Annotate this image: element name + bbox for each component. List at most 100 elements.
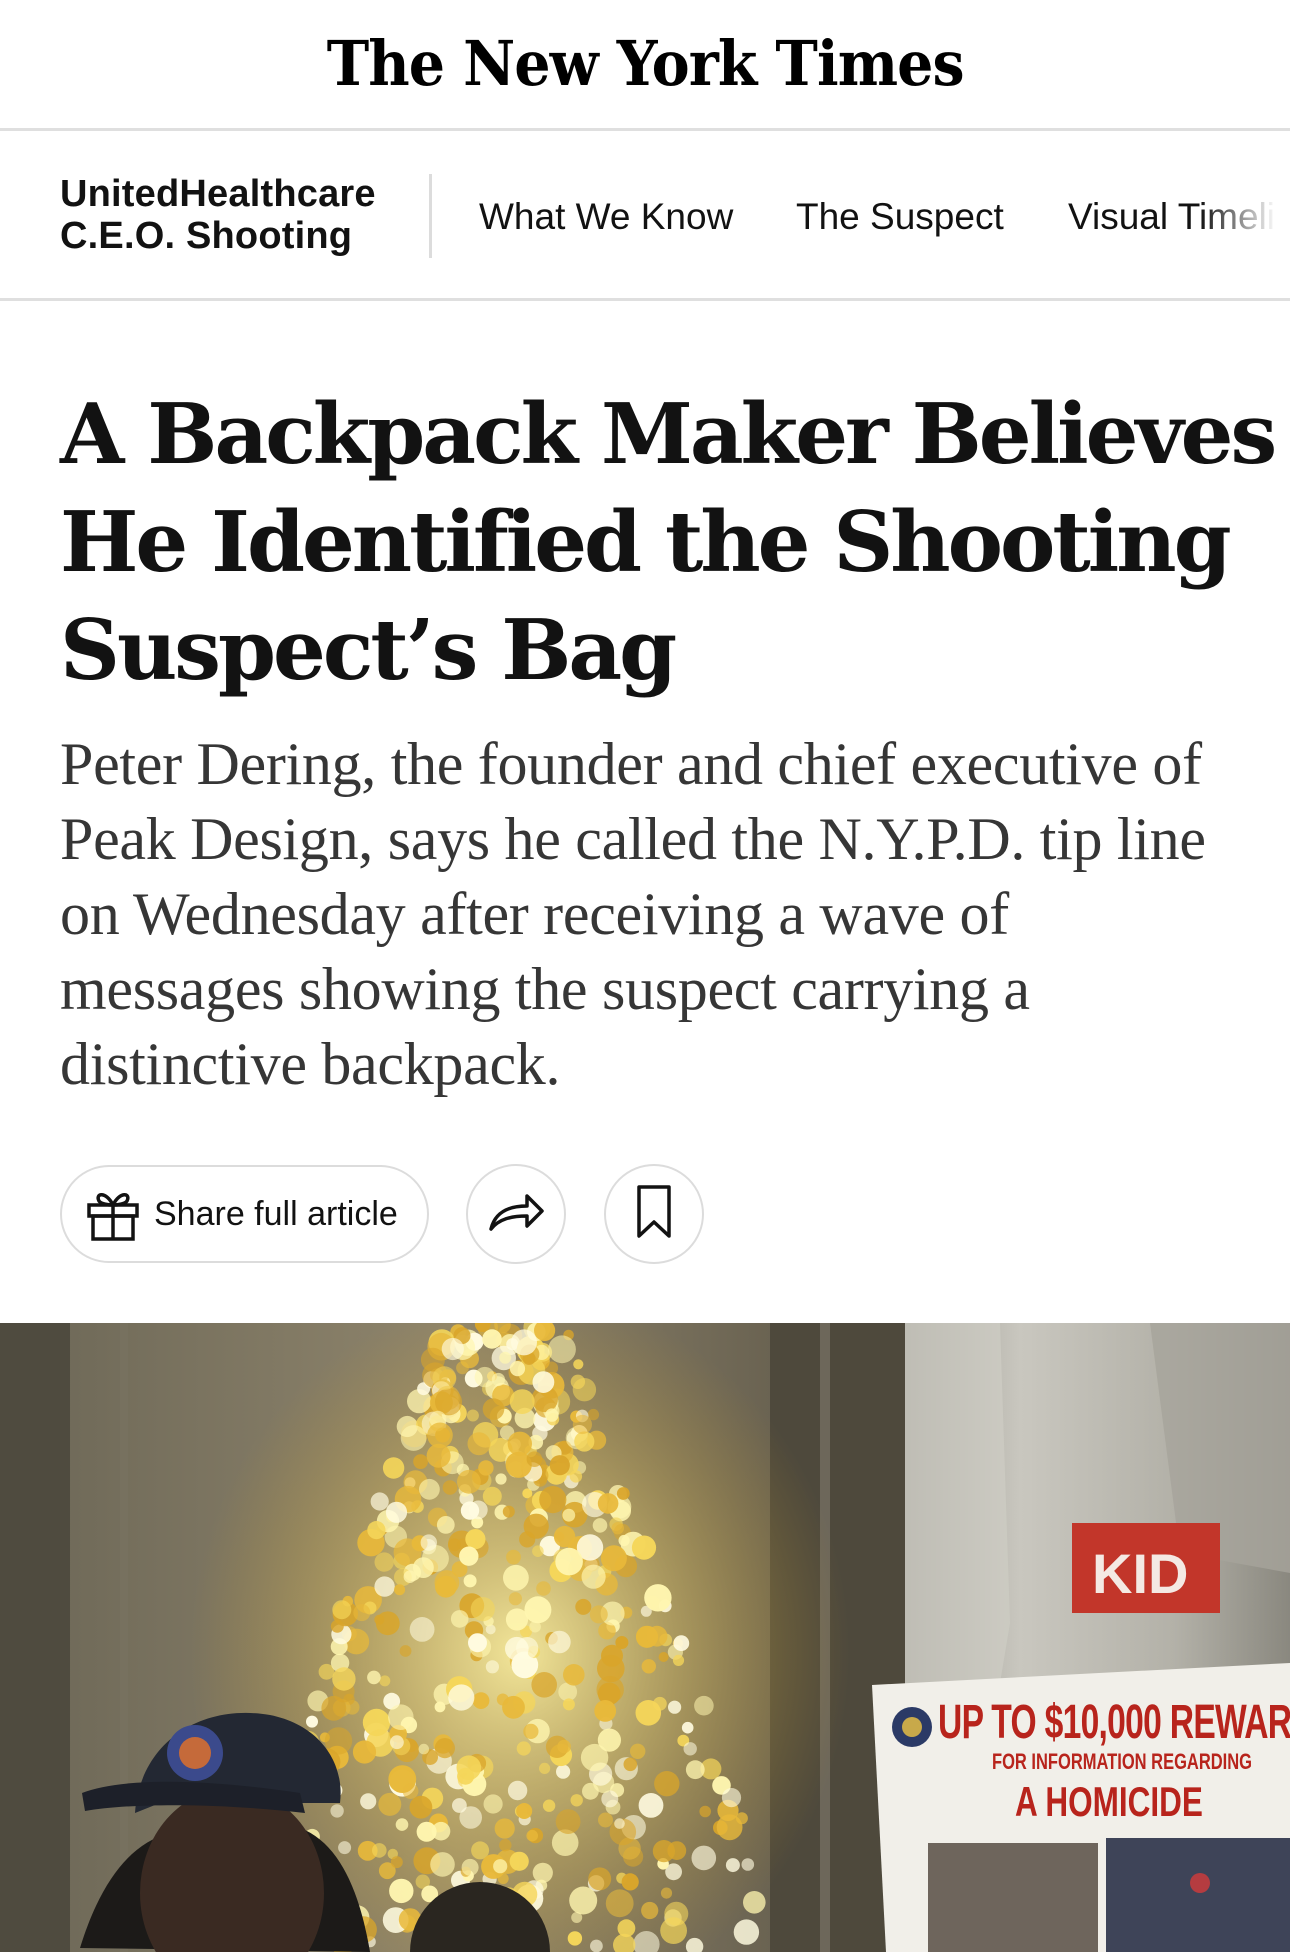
summary-line: Peter Dering, the founder and chief exec… [60,731,1202,797]
light-bokeh [569,1470,583,1483]
story-label-line2: C.E.O. Shooting [60,215,353,257]
light-bokeh [338,1841,352,1855]
nav-link-the-suspect[interactable]: The Suspect [796,195,1004,239]
nav-fade [1200,131,1290,298]
light-bokeh [493,1859,508,1874]
light-bokeh [594,1700,617,1722]
light-bokeh [536,1581,551,1596]
light-bokeh [506,1549,521,1565]
light-bokeh [482,1398,505,1420]
light-bokeh [691,1845,717,1871]
light-bokeh [507,1431,532,1456]
light-bokeh [497,1873,509,1885]
bookmark-icon [636,1184,672,1245]
light-bokeh [652,1840,676,1863]
light-bokeh [330,1804,344,1818]
light-bokeh [482,1329,502,1349]
light-bokeh [457,1469,481,1494]
light-bokeh [509,1361,526,1377]
light-bokeh [601,1644,623,1667]
light-bokeh [673,1635,690,1652]
light-bokeh [431,1821,451,1841]
light-bokeh [549,1455,570,1476]
light-bokeh [570,1794,583,1807]
light-bokeh [539,1762,551,1774]
share-arrow-icon [487,1191,545,1238]
light-bokeh [375,1611,400,1636]
light-bokeh [434,1738,455,1759]
light-bokeh [382,1457,405,1479]
share-full-article-button[interactable]: Share full article [60,1165,429,1263]
light-bokeh [672,1654,685,1666]
light-bokeh [374,1576,395,1597]
light-bokeh [681,1721,694,1734]
share-button[interactable] [466,1164,566,1264]
summary-line: messages showing the suspect carrying a [60,956,1030,1022]
nyt-logo[interactable]: The New York Times [326,27,964,100]
light-bokeh [360,1793,377,1810]
light-bokeh [403,1570,417,1583]
light-bokeh [441,1337,464,1361]
nav-divider [429,174,432,258]
light-bokeh [741,1858,755,1871]
light-bokeh [367,1670,381,1685]
light-bokeh [553,1525,576,1548]
light-bokeh [399,1645,412,1657]
light-bokeh [420,1534,437,1551]
lead-photo: KID UP TO $10,000 REWARD FOR INFORMATION… [0,1323,1290,1952]
light-bokeh [660,1887,673,1899]
light-bokeh [658,1652,669,1662]
light-bokeh [516,1803,533,1819]
light-bokeh [413,1557,434,1578]
light-bokeh [472,1692,490,1709]
light-bokeh [573,1359,584,1370]
light-bokeh [598,1812,613,1828]
light-bokeh [448,1684,475,1711]
light-bokeh [461,1858,479,1876]
light-bokeh [617,1919,636,1938]
light-bokeh [507,1780,528,1801]
light-bokeh [605,1889,634,1918]
summary-line: on Wednesday after receiving a wave of [60,881,1009,947]
light-bokeh [467,1432,491,1456]
light-bokeh [635,1700,662,1726]
light-bokeh [332,1667,356,1691]
light-bokeh [385,1501,408,1523]
light-bokeh [430,1852,455,1877]
story-label-line1: UnitedHealthcare [60,173,376,215]
light-bokeh [555,1809,581,1834]
light-bokeh [531,1672,557,1698]
light-bokeh [580,1743,609,1772]
light-bokeh [557,1739,571,1754]
light-bokeh [516,1741,531,1756]
light-bokeh [503,1564,529,1591]
light-bokeh [394,1584,406,1596]
save-button[interactable] [604,1164,704,1264]
light-bokeh [641,1901,659,1920]
light-bokeh [370,1492,389,1511]
light-bokeh [466,1409,479,1422]
light-bokeh [699,1805,711,1818]
light-bokeh [716,1814,743,1841]
light-bokeh [589,1605,608,1624]
light-bokeh [623,1757,638,1772]
light-bokeh [413,1454,428,1469]
light-bokeh [509,1851,529,1871]
light-bokeh [389,1878,414,1904]
poster-reward-text: UP TO $10,000 REWARD [938,1696,1290,1749]
light-bokeh [485,1660,499,1674]
light-bokeh [539,1486,567,1514]
light-bokeh [372,1843,387,1858]
light-bokeh [495,1473,507,1485]
light-bokeh [482,1486,502,1506]
light-bokeh [588,1867,612,1891]
light-bokeh [621,1873,639,1891]
light-bokeh [459,1546,479,1566]
light-bokeh [664,1901,689,1926]
light-bokeh [442,1480,458,1495]
story-label[interactable]: UnitedHealthcare C.E.O. Shooting [60,173,376,257]
light-bokeh [352,1740,377,1764]
light-bokeh [465,1529,486,1550]
light-bokeh [569,1886,598,1915]
nav-link-what-we-know[interactable]: What We Know [479,195,733,239]
